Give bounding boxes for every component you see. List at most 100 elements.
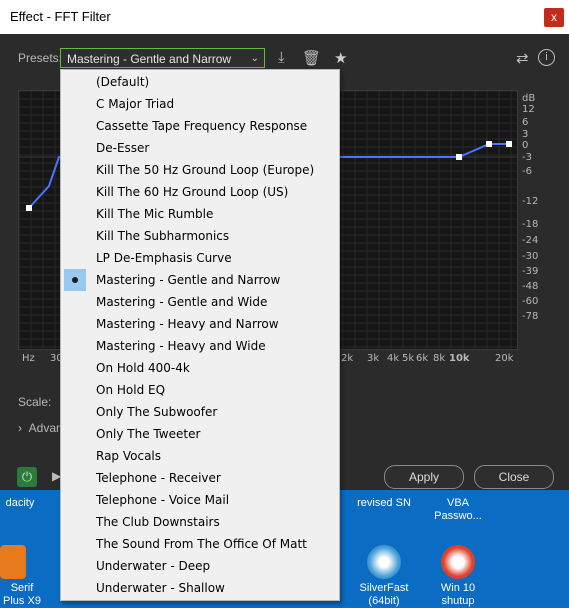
eq-control-point[interactable] bbox=[506, 141, 512, 147]
preset-option-label: On Hold 400-4k bbox=[96, 361, 190, 375]
hz-tick-label: 8k bbox=[433, 353, 446, 364]
db-tick-label: -12 bbox=[522, 196, 539, 207]
preset-option[interactable]: Underwater - Deep bbox=[61, 555, 339, 577]
power-toggle-button[interactable]: ⏻ bbox=[17, 467, 37, 487]
preset-option-label: Underwater - Shallow bbox=[96, 581, 225, 595]
desktop-icon-label: VBA Passwo... bbox=[434, 497, 482, 522]
scale-label: Scale: bbox=[18, 395, 52, 409]
db-tick-label: -3 bbox=[522, 152, 532, 163]
preset-option[interactable]: Kill The 50 Hz Ground Loop (Europe) bbox=[61, 159, 339, 181]
routing-icon[interactable]: ⇄ bbox=[516, 49, 529, 67]
preset-option-label: Mastering - Gentle and Narrow bbox=[96, 273, 281, 287]
preset-option[interactable]: Telephone - Voice Mail bbox=[61, 489, 339, 511]
preset-option[interactable]: Kill The Subharmonics bbox=[61, 225, 339, 247]
chevron-right-icon: › bbox=[18, 421, 29, 435]
db-tick-label: -78 bbox=[522, 311, 539, 322]
info-icon[interactable]: i bbox=[538, 49, 555, 66]
hz-tick-label: 20k bbox=[495, 353, 514, 364]
hz-tick-label: 4k bbox=[387, 353, 400, 364]
preset-option-label: Only The Tweeter bbox=[96, 427, 201, 441]
desktop-icon-label: Win 10 shutup bbox=[440, 582, 476, 607]
preset-option-label: Mastering - Gentle and Wide bbox=[96, 295, 268, 309]
eq-control-point[interactable] bbox=[26, 205, 32, 211]
preset-option-label: Kill The Mic Rumble bbox=[96, 207, 214, 221]
chevron-down-icon: ⌄ bbox=[250, 53, 259, 64]
preset-option[interactable]: The Club Downstairs bbox=[61, 511, 339, 533]
revised-sn-desktop-icon[interactable]: revised SN bbox=[346, 497, 422, 510]
close-button[interactable]: Close bbox=[474, 465, 554, 489]
db-tick-label: -24 bbox=[522, 235, 539, 246]
preset-option-label: LP De-Emphasis Curve bbox=[96, 251, 232, 265]
db-tick-label: 3 bbox=[522, 129, 529, 140]
hz-tick-label: 6k bbox=[416, 353, 429, 364]
preset-option-label: Telephone - Voice Mail bbox=[96, 493, 230, 507]
db-tick-label: -6 bbox=[522, 166, 532, 177]
preset-option-label: Mastering - Heavy and Narrow bbox=[96, 317, 279, 331]
preset-option[interactable]: C Major Triad bbox=[61, 93, 339, 115]
preset-option[interactable]: Mastering - Gentle and Wide bbox=[61, 291, 339, 313]
presets-dropdown-list[interactable]: (Default) C Major Triad Cassette Tape Freq… bbox=[60, 69, 340, 601]
db-tick-label: -30 bbox=[522, 251, 539, 262]
preset-option[interactable]: Mastering - Heavy and Wide bbox=[61, 335, 339, 357]
preset-option[interactable]: Telephone - Receiver bbox=[61, 467, 339, 489]
preset-option-label: Rap Vocals bbox=[96, 449, 162, 463]
preset-option-label: C Major Triad bbox=[96, 97, 175, 111]
preset-option[interactable]: Cassette Tape Frequency Response bbox=[61, 115, 339, 137]
db-axis-unit: dB bbox=[522, 93, 536, 104]
preset-option-label: (Default) bbox=[96, 75, 150, 89]
db-tick-label: 0 bbox=[522, 140, 529, 151]
preset-option[interactable]: On Hold 400-4k bbox=[61, 357, 339, 379]
window-close-button[interactable]: x bbox=[544, 8, 564, 27]
presets-label: Presets: bbox=[18, 51, 63, 65]
preset-option[interactable]: Kill The 60 Hz Ground Loop (US) bbox=[61, 181, 339, 203]
preset-option-label: The Sound From The Office Of Matt bbox=[96, 537, 307, 551]
preset-option[interactable]: De-Esser bbox=[61, 137, 339, 159]
serif-desktop-icon[interactable]: Serif Plus X9 bbox=[0, 545, 44, 608]
preset-option[interactable]: LP De-Emphasis Curve bbox=[61, 247, 339, 269]
preset-option-label: Kill The 60 Hz Ground Loop (US) bbox=[96, 185, 289, 199]
preset-option[interactable]: (Default) bbox=[61, 71, 339, 93]
power-icon: ⏻ bbox=[21, 469, 33, 484]
preset-option[interactable]: Mastering - Heavy and Narrow bbox=[61, 313, 339, 335]
advanced-toggle[interactable]: › Advan bbox=[18, 421, 63, 435]
selected-radio-icon bbox=[64, 269, 86, 291]
hz-tick-label: Hz bbox=[22, 353, 35, 364]
preset-option[interactable]: Only The Tweeter bbox=[61, 423, 339, 445]
preset-option[interactable]: The Sound From The Office Of Matt bbox=[61, 533, 339, 555]
win10-shutup-desktop-icon[interactable]: Win 10 shutup bbox=[428, 545, 488, 608]
apply-button[interactable]: Apply bbox=[384, 465, 464, 489]
preset-option[interactable]: Mastering - Gentle and Narrow bbox=[61, 269, 339, 291]
desktop-icon-label: revised SN bbox=[357, 497, 411, 509]
silverfast-desktop-icon[interactable]: SilverFast (64bit) bbox=[352, 545, 416, 608]
favorite-star-icon[interactable]: ★ bbox=[334, 49, 347, 67]
eq-control-point[interactable] bbox=[456, 154, 462, 160]
preset-option[interactable]: Kill The Mic Rumble bbox=[61, 203, 339, 225]
preset-option-label: Underwater - Deep bbox=[96, 559, 211, 573]
preset-option-label: Telephone - Receiver bbox=[96, 471, 221, 485]
presets-selected-value: Mastering - Gentle and Narrow bbox=[67, 52, 232, 66]
window-title: Effect - FFT Filter bbox=[10, 9, 111, 24]
preset-option[interactable]: Rap Vocals bbox=[61, 445, 339, 467]
preset-option-label: De-Esser bbox=[96, 141, 150, 155]
preset-option[interactable]: On Hold EQ bbox=[61, 379, 339, 401]
vba-password-desktop-icon[interactable]: VBA Passwo... bbox=[428, 497, 488, 523]
preset-option-label: Cassette Tape Frequency Response bbox=[96, 119, 308, 133]
db-tick-label: -39 bbox=[522, 266, 539, 277]
presets-dropdown[interactable]: Mastering - Gentle and Narrow ⌄ bbox=[60, 48, 265, 68]
db-tick-label: -48 bbox=[522, 281, 539, 292]
desktop-icon-label: Serif Plus X9 bbox=[3, 582, 41, 607]
title-bar[interactable]: Effect - FFT Filter x bbox=[0, 0, 569, 34]
hz-tick-label: 10k bbox=[449, 353, 470, 364]
db-tick-label: -60 bbox=[522, 296, 539, 307]
save-preset-icon[interactable]: ⤓ bbox=[278, 49, 285, 66]
audacity-desktop-icon[interactable]: dacity bbox=[0, 497, 40, 510]
delete-preset-icon[interactable]: 🗑 bbox=[302, 49, 321, 67]
db-tick-label: 6 bbox=[522, 117, 529, 128]
hz-tick-label: 5k bbox=[402, 353, 415, 364]
eq-control-point[interactable] bbox=[486, 141, 492, 147]
preset-option-label: The Club Downstairs bbox=[96, 515, 220, 529]
db-tick-label: -18 bbox=[522, 219, 539, 230]
desktop-icon-label: SilverFast (64bit) bbox=[359, 582, 409, 607]
preset-option[interactable]: Only The Subwoofer bbox=[61, 401, 339, 423]
preset-option[interactable]: Underwater - Shallow bbox=[61, 577, 339, 599]
